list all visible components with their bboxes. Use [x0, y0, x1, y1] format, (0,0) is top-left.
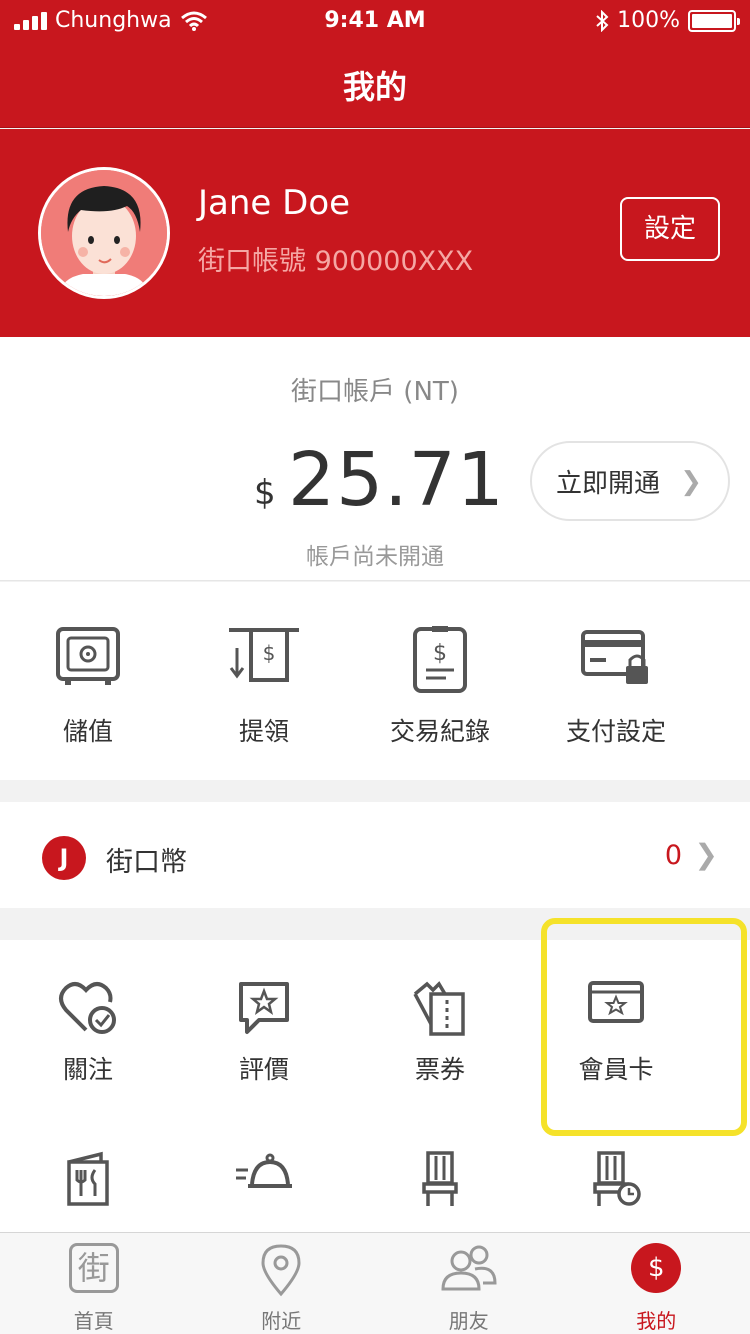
- tab-nearby[interactable]: 附近: [188, 1233, 376, 1334]
- service-review[interactable]: 評價: [176, 940, 352, 1136]
- action-label: 支付設定: [565, 717, 666, 746]
- battery-percent: 100%: [617, 8, 680, 33]
- location-pin-icon: [261, 1244, 301, 1297]
- tab-bar: 街 首頁 附近 朋友 $ 我的: [0, 1232, 750, 1334]
- tab-label: 朋友: [448, 1309, 489, 1333]
- friends-icon: [441, 1245, 497, 1291]
- balance-amount: 25.71: [288, 437, 505, 523]
- status-right: 100%: [595, 8, 740, 33]
- service-delivery[interactable]: 外送: [176, 1136, 352, 1260]
- ticket-icon: [413, 981, 465, 1036]
- profile-header: Jane Doe 街口帳號 900000XXX 設定: [0, 129, 750, 337]
- status-bar: Chunghwa 9:41 AM 100%: [0, 0, 750, 40]
- action-label: 交易紀錄: [389, 717, 490, 746]
- user-name: Jane Doe: [198, 183, 351, 223]
- service-label: 評價: [238, 1055, 289, 1084]
- settings-button[interactable]: 設定: [620, 197, 720, 261]
- nav-bar: 我的: [0, 40, 750, 128]
- dollar-icon: $: [631, 1243, 682, 1293]
- star-bubble-icon: [239, 982, 289, 1034]
- battery-icon: [688, 9, 740, 32]
- service-label: 會員卡: [578, 1055, 654, 1084]
- chevron-right-icon: ❯: [680, 467, 702, 497]
- action-transactions[interactable]: $ 交易紀錄: [352, 582, 528, 780]
- menu-fork-icon: [67, 1151, 109, 1206]
- services-row: 關注 評價 票券 會員卡: [0, 940, 750, 1136]
- activate-label: 立即開通: [556, 468, 661, 499]
- service-tickets[interactable]: 票券: [352, 940, 528, 1136]
- service-follow[interactable]: 關注: [0, 940, 176, 1136]
- account-status: 帳戶尚未開通: [306, 544, 444, 570]
- tab-mine[interactable]: $ 我的: [563, 1233, 750, 1334]
- heart-check-icon: [59, 982, 116, 1034]
- action-withdraw[interactable]: $ 提領: [176, 582, 352, 780]
- chair-icon: [422, 1151, 458, 1206]
- tab-home[interactable]: 街 首頁: [0, 1233, 188, 1334]
- coins-value: 0: [664, 840, 682, 871]
- service-queue[interactable]: 候位: [528, 1136, 704, 1260]
- jko-coin-icon: J: [42, 836, 86, 880]
- jko-coins-row[interactable]: J 街口幣 0 ❯: [0, 802, 750, 908]
- street-icon: 街: [68, 1243, 119, 1293]
- services-row: 點餐 外送 訂位: [0, 1136, 750, 1260]
- tab-label: 我的: [636, 1309, 677, 1333]
- transaction-record-icon: $: [413, 626, 467, 693]
- svg-text:$: $: [433, 641, 447, 666]
- account-number: 街口帳號 900000XXX: [198, 246, 474, 277]
- card-lock-icon: [581, 630, 648, 684]
- wallet-actions: 儲值 $ 提領 $ 交易紀錄 支付設定: [0, 582, 750, 780]
- safe-icon: [56, 627, 120, 685]
- service-label: 關注: [62, 1055, 113, 1084]
- page-title: 我的: [342, 68, 407, 106]
- avatar[interactable]: [38, 167, 170, 299]
- bluetooth-icon: [596, 9, 609, 32]
- tab-label: 附近: [261, 1309, 302, 1333]
- currency-symbol: $: [254, 473, 276, 513]
- svg-text:$: $: [263, 641, 276, 665]
- tab-label: 首頁: [73, 1309, 114, 1333]
- balance-label: 街口帳戶 (NT): [291, 377, 459, 407]
- balance-section: 街口帳戶 (NT) $ 25.71 帳戶尚未開通 立即開通 ❯: [0, 337, 750, 581]
- action-label: 提領: [238, 717, 289, 746]
- avatar-face-icon: [41, 170, 167, 296]
- coins-label: 街口幣: [106, 847, 187, 878]
- service-reserve[interactable]: 訂位: [352, 1136, 528, 1260]
- tab-friends[interactable]: 朋友: [375, 1233, 563, 1334]
- member-card-icon: [588, 981, 644, 1023]
- food-delivery-icon: [236, 1153, 292, 1188]
- chevron-right-icon: ❯: [694, 838, 718, 871]
- service-order[interactable]: 點餐: [0, 1136, 176, 1260]
- withdraw-icon: $: [229, 628, 299, 682]
- action-payment-settings[interactable]: 支付設定: [528, 582, 704, 780]
- chair-clock-icon: [593, 1151, 641, 1206]
- service-member-card[interactable]: 會員卡: [528, 940, 704, 1136]
- services-grid: 關注 評價 票券 會員卡: [0, 940, 750, 1260]
- activate-button[interactable]: 立即開通 ❯: [530, 441, 730, 521]
- action-label: 儲值: [62, 717, 113, 746]
- action-topup[interactable]: 儲值: [0, 582, 176, 780]
- service-label: 票券: [414, 1055, 465, 1084]
